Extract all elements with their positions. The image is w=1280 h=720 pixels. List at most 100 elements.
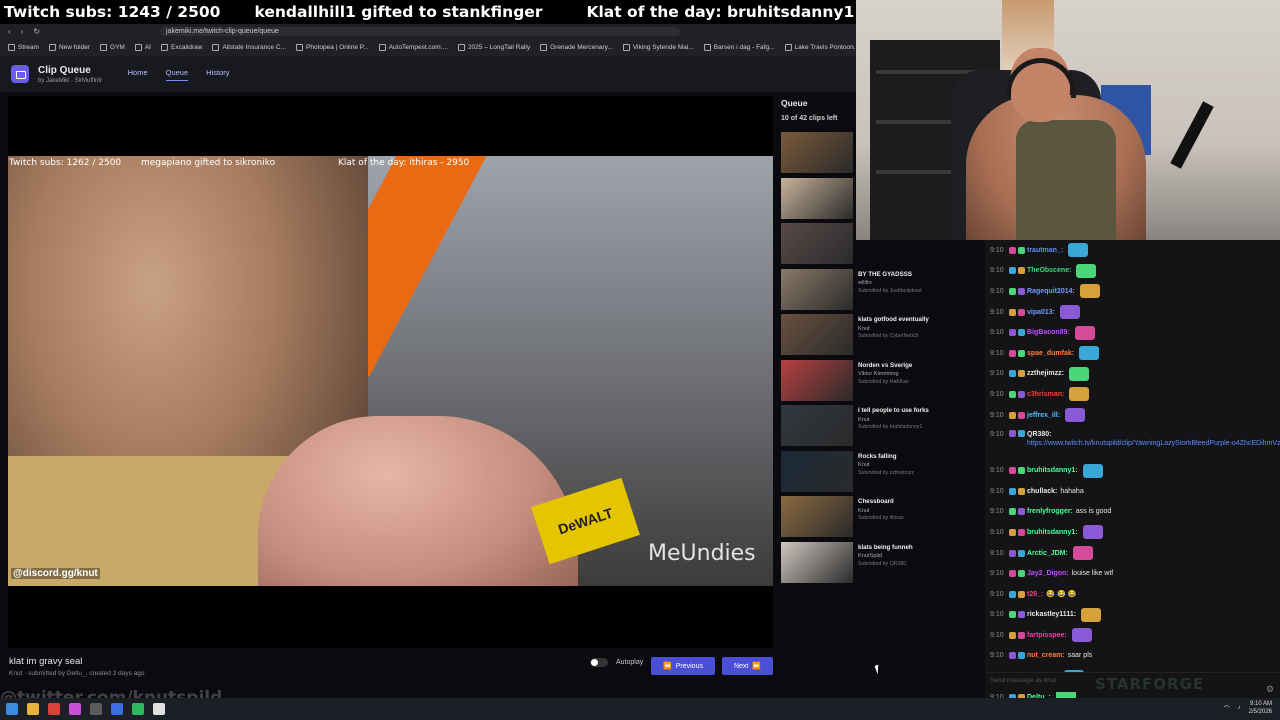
bookmark-item[interactable]: Excalidraw: [161, 43, 202, 51]
explorer-icon[interactable]: [27, 703, 39, 715]
chat-username[interactable]: vipa013:: [1027, 308, 1055, 317]
bookmark-item[interactable]: GYM: [100, 43, 125, 51]
back-icon[interactable]: ‹: [8, 27, 11, 36]
forward-icon[interactable]: ›: [21, 27, 24, 36]
chat-emote-icon: [1065, 408, 1086, 423]
bookmark-item[interactable]: Viking Sytende Mai...: [622, 43, 694, 51]
queue-item-author: KnutSpild: [858, 553, 882, 560]
queue-item[interactable]: Norden vs Sverige Viktor Klemming Submitte…: [781, 359, 991, 404]
chat-username[interactable]: Arctic_JDM:: [1027, 549, 1068, 558]
app-icon[interactable]: [48, 703, 60, 715]
chat-username[interactable]: fartpisspee:: [1027, 631, 1067, 640]
previous-button[interactable]: ⏪ Previous: [651, 657, 715, 675]
bookmark-item[interactable]: Lake Travis Pontoon...: [784, 43, 856, 51]
queue-thumbnail[interactable]: [781, 177, 853, 219]
chat-emote-icon: [1082, 463, 1103, 478]
chat-message: 9:10 fartpisspee:: [985, 625, 1280, 646]
start-icon[interactable]: [6, 703, 18, 715]
queue-thumbnail[interactable]: [781, 405, 853, 446]
autoplay-control[interactable]: Autoplay: [590, 658, 643, 667]
app-icon[interactable]: [132, 703, 144, 715]
chat-timestamp: 9:10: [990, 329, 1004, 337]
chat-username[interactable]: trautman_:: [1027, 246, 1063, 255]
app-icon[interactable]: [111, 703, 123, 715]
chat-username[interactable]: nut_cream:: [1027, 651, 1065, 660]
chat-username[interactable]: TheObscene:: [1027, 266, 1071, 275]
chat-timestamp: 9:10: [990, 267, 1004, 275]
queue-thumbnail[interactable]: [781, 223, 853, 264]
bookmark-item[interactable]: 2025 – LongTail Rally: [457, 43, 530, 51]
app-icon[interactable]: [69, 703, 81, 715]
bookmark-item[interactable]: Barsen i dag - Fafg...: [703, 43, 775, 51]
queue-thumbnail[interactable]: [781, 132, 853, 173]
chat-badge-icon: [1018, 467, 1025, 475]
chat-username[interactable]: QR380:: [1027, 431, 1052, 438]
nav-history[interactable]: History: [206, 68, 229, 81]
chat-username[interactable]: chullack:: [1027, 487, 1057, 496]
chat-emote-icon: [1074, 325, 1095, 340]
clock[interactable]: 9:10 AM 2/5/2026: [1249, 700, 1272, 716]
queue-thumbnail[interactable]: [781, 314, 853, 355]
app-icon[interactable]: [153, 703, 165, 715]
reload-icon[interactable]: ↻: [33, 27, 40, 36]
current-clip-title: klat im gravy seal: [9, 656, 83, 667]
chat-username[interactable]: BigBacon89:: [1027, 328, 1070, 337]
chat-message: 9:10 Ragequit2014:: [985, 281, 1280, 302]
queue-item-author: Viktor Klemming: [858, 371, 899, 378]
queue-item[interactable]: Chessboard Knut Submitted by ithiras: [781, 496, 991, 540]
wifi-icon[interactable]: ⌒: [1224, 704, 1230, 713]
app-icon[interactable]: [90, 703, 102, 715]
chat-message: 9:10 c3hrisman:: [985, 384, 1280, 405]
chat-username[interactable]: c3hrisman:: [1027, 390, 1064, 399]
autoplay-toggle[interactable]: [590, 658, 608, 667]
chat-settings-icon[interactable]: ⚙: [1266, 684, 1274, 695]
queue-item[interactable]: BY THE GYADSSS wllilto Submitted by Justth…: [781, 268, 991, 313]
queue-item[interactable]: I tell people to use forks Knut Submitted …: [781, 405, 991, 449]
queue-thumbnail[interactable]: [781, 496, 853, 537]
video-frame[interactable]: DeWALT Twitch subs: 1262 / 2500 megapian…: [8, 156, 773, 586]
chat-message: 9:10 t26_: 😂 😂 😂: [985, 584, 1280, 605]
chat-emote-icon: [1079, 346, 1100, 361]
queue-thumbnail[interactable]: [781, 268, 853, 310]
queue-item[interactable]: klats gotfood eventually Knut Submitted by…: [781, 314, 991, 358]
chat-username[interactable]: bruhitsdanny1:: [1027, 528, 1078, 537]
chat-badge-icon: [1018, 590, 1025, 598]
chat-message: 9:10 QR380: https://www.twitch.tv/knutspil…: [985, 425, 1280, 460]
chat-username[interactable]: jeffrex_ill:: [1027, 411, 1060, 420]
bookmark-item[interactable]: AutoTempest.com:...: [378, 43, 448, 51]
chat-username[interactable]: zzthejimzz:: [1027, 369, 1064, 378]
next-button[interactable]: Next ⏩: [722, 657, 773, 675]
nav-queue[interactable]: Queue: [165, 68, 189, 81]
chat-link[interactable]: https://www.twitch.tv/knutspild/clip/Yaw…: [1027, 439, 1280, 448]
queue-item[interactable]: Rocks falling Knut Submitted by zzthejimzz: [781, 450, 991, 495]
queue-thumbnail[interactable]: [781, 450, 853, 492]
address-bar[interactable]: jakemiki.me/twitch-clip-queue/queue: [160, 26, 681, 36]
chat-timestamp: 9:10: [990, 370, 1004, 378]
bookmark-item[interactable]: Grenade Mercenary...: [540, 43, 613, 51]
chat-username[interactable]: Ragequit2014:: [1027, 287, 1075, 296]
queue-thumbnail[interactable]: [781, 359, 853, 401]
chat-badge-icon: [1009, 349, 1016, 357]
queue-item[interactable]: klats being funneh KnutSpild Submitted by …: [781, 541, 991, 586]
bookmark-icon: [457, 43, 465, 51]
queue-item-submitter: Submitted by QR380: [858, 560, 907, 567]
queue-item-submitter: Submitted by HaKKas: [858, 378, 909, 385]
bookmark-item[interactable]: Allstate Insurance C...: [212, 43, 286, 51]
bookmark-item[interactable]: Photopea | Online P...: [296, 43, 369, 51]
chat-username[interactable]: bruhitsdanny1:: [1027, 466, 1078, 475]
queue-item-submitter: Submitted by Justthetipknut: [858, 287, 922, 294]
chat-username[interactable]: spae_dumfak:: [1027, 349, 1074, 358]
queue-thumbnail[interactable]: [781, 541, 853, 583]
bookmark-item[interactable]: New folder: [48, 43, 90, 51]
chat-message: 9:10 Arctic_JDM:: [985, 543, 1280, 564]
nav-home[interactable]: Home: [128, 68, 148, 81]
chat-username[interactable]: t26_:: [1027, 590, 1043, 599]
bookmark-item[interactable]: Stream: [8, 43, 39, 51]
volume-icon[interactable]: ♪: [1238, 705, 1241, 711]
chat-username[interactable]: Jay2_Digon:: [1027, 569, 1069, 578]
app-header: Clip Queue by JakeMiki · SirMuffin9 Home…: [0, 56, 856, 92]
current-clip-meta: Knut · submitted by Deltu_, created 2 da…: [9, 670, 145, 677]
chat-username[interactable]: rickastley1111:: [1027, 610, 1076, 619]
bookmark-item[interactable]: AI: [134, 43, 151, 51]
chat-username[interactable]: frenlyfrogger:: [1027, 507, 1073, 516]
